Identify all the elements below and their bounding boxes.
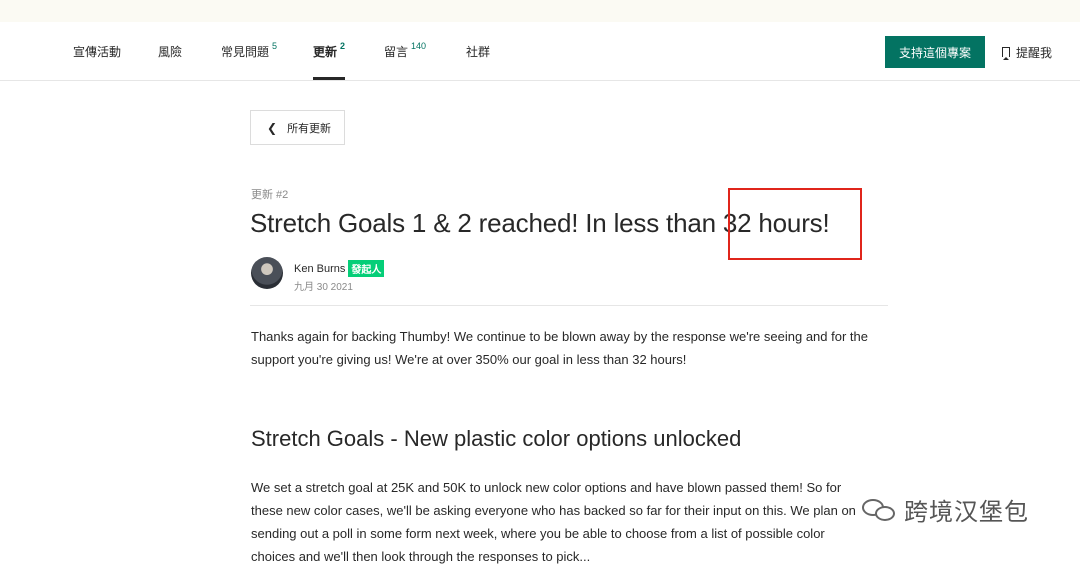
browser-top-strip: [0, 0, 1080, 23]
post-paragraph-line: Thanks again for backing Thumby! We cont…: [251, 329, 868, 344]
post-paragraph-line: sending out a poll in some form next wee…: [251, 526, 825, 541]
tab-community[interactable]: 社群: [466, 22, 490, 80]
watermark-text: 跨境汉堡包: [904, 499, 1029, 526]
author-line: Ken Burns 發起人: [294, 260, 385, 277]
tab-label: 更新: [313, 44, 338, 59]
tab-label: 留言: [384, 44, 409, 59]
tab-count: 5: [272, 41, 278, 51]
tab-count: 140: [411, 41, 427, 51]
remind-me-button[interactable]: 提醒我: [1002, 36, 1052, 68]
tab-comments[interactable]: 留言 140: [384, 22, 426, 80]
back-this-project-button[interactable]: 支持這個專案: [885, 36, 985, 68]
section-heading: Stretch Goals - New plastic color option…: [251, 426, 742, 451]
author-name[interactable]: Ken Burns: [294, 263, 345, 275]
annotation-highlight-box: [728, 188, 862, 260]
creator-badge: 發起人: [348, 260, 385, 277]
post-paragraph-line: support you're giving us! We're at over …: [251, 352, 687, 367]
update-number: 更新 #2: [251, 189, 289, 201]
post-date: 九月 30 2021: [294, 282, 353, 293]
avatar[interactable]: [251, 257, 283, 289]
all-updates-label: 所有更新: [287, 122, 332, 135]
back-this-project-label: 支持這個專案: [898, 45, 971, 60]
chevron-left-icon: ❮: [267, 120, 278, 135]
tab-campaign[interactable]: 宣傳活動: [73, 22, 121, 80]
tab-updates[interactable]: 更新 2: [313, 22, 346, 80]
post-paragraph-line: choices and we'll then look through the …: [251, 549, 591, 564]
tab-label: 常見問題: [221, 44, 270, 59]
remind-me-label: 提醒我: [1016, 45, 1053, 60]
post-paragraph-line: We set a stretch goal at 25K and 50K to …: [251, 480, 842, 495]
watermark: 跨境汉堡包: [862, 492, 1029, 527]
bookmark-icon: [1002, 47, 1010, 60]
divider: [250, 305, 888, 306]
tab-count: 2: [340, 41, 346, 51]
tab-risks[interactable]: 風險: [158, 22, 182, 80]
wechat-icon: [862, 497, 896, 523]
post-paragraph-line: these new color cases, we'll be asking e…: [251, 503, 856, 518]
tab-faq[interactable]: 常見問題 5: [221, 22, 277, 80]
tab-label: 風險: [158, 44, 183, 59]
tab-label: 宣傳活動: [73, 44, 122, 59]
tab-label: 社群: [466, 44, 491, 59]
all-updates-button[interactable]: ❮ 所有更新: [250, 110, 345, 145]
